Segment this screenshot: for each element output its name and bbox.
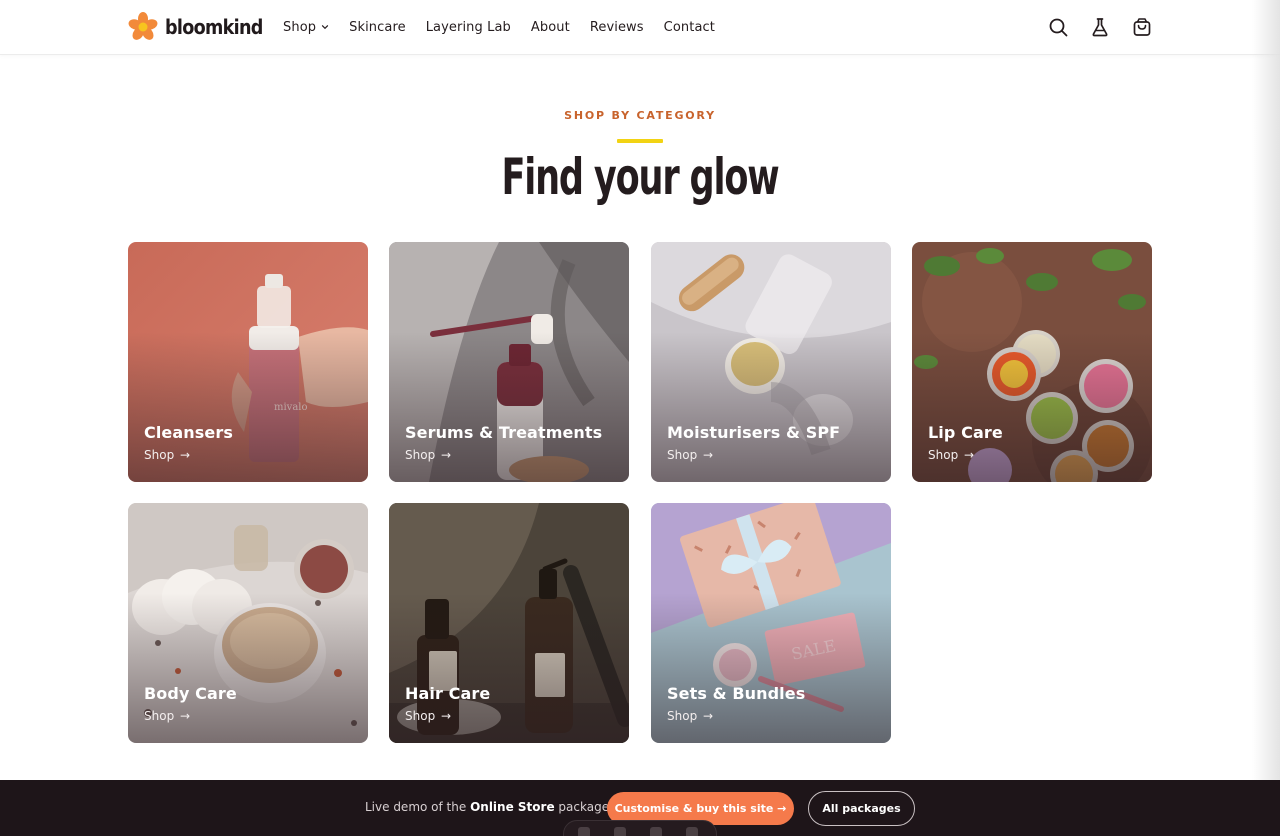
arrow-right-icon: →: [441, 448, 452, 462]
shop-link-label: Shop: [144, 709, 175, 723]
nav-item-about[interactable]: About: [531, 17, 570, 37]
chevron-down-icon: [322, 25, 329, 30]
nav-item-shop[interactable]: Shop: [283, 17, 329, 37]
arrow-right-icon: →: [703, 709, 714, 723]
nav-item-reviews[interactable]: Reviews: [590, 17, 644, 37]
section-title: Find your glow: [501, 148, 779, 206]
flask-icon[interactable]: [1089, 16, 1111, 38]
cart-icon[interactable]: [1131, 16, 1153, 38]
category-title: Sets & Bundles: [667, 684, 806, 703]
category-title: Body Care: [144, 684, 237, 703]
search-icon[interactable]: [1047, 16, 1069, 38]
eyebrow-divider: [617, 139, 663, 143]
brand-logo[interactable]: bloomkind: [128, 12, 276, 42]
nav-item-contact[interactable]: Contact: [664, 17, 715, 37]
brand-name: bloomkind: [165, 15, 263, 39]
demo-toolbar-dock[interactable]: [563, 820, 717, 836]
category-shop-link[interactable]: Shop →: [667, 709, 713, 723]
nav-item-layering-lab[interactable]: Layering Lab: [426, 17, 511, 37]
category-shop-link[interactable]: Shop →: [667, 448, 713, 462]
category-shop-link[interactable]: Shop →: [144, 448, 190, 462]
shop-link-label: Shop: [928, 448, 959, 462]
category-title: Moisturisers & SPF: [667, 423, 841, 442]
category-title: Hair Care: [405, 684, 491, 703]
dock-icon[interactable]: [650, 827, 662, 836]
nav-item-label: Shop: [283, 19, 317, 35]
arrow-right-icon: →: [703, 448, 714, 462]
category-shop-link[interactable]: Shop →: [405, 448, 451, 462]
all-packages-button[interactable]: All packages: [808, 791, 915, 826]
shop-link-label: Shop: [667, 448, 698, 462]
category-card-lip-care[interactable]: Lip Care Shop →: [912, 242, 1152, 482]
category-card-serums[interactable]: Serums & Treatments Shop →: [389, 242, 629, 482]
site-header: bloomkind Shop Skincare Layering Lab Abo…: [0, 0, 1280, 55]
category-card-hair-care[interactable]: Hair Care Shop →: [389, 503, 629, 743]
arrow-right-icon: →: [180, 709, 191, 723]
main-nav: Shop Skincare Layering Lab About Reviews…: [283, 17, 735, 37]
category-title: Cleansers: [144, 423, 233, 442]
dock-icon[interactable]: [614, 827, 626, 836]
category-card-body-care[interactable]: Body Care Shop →: [128, 503, 368, 743]
dock-icon[interactable]: [686, 827, 698, 836]
category-title: Lip Care: [928, 423, 1003, 442]
nav-item-skincare[interactable]: Skincare: [349, 17, 406, 37]
shop-link-label: Shop: [405, 709, 436, 723]
arrow-right-icon: →: [964, 448, 975, 462]
shop-link-label: Shop: [405, 448, 436, 462]
flower-icon: [128, 12, 158, 40]
demo-suffix: package.: [558, 800, 613, 814]
category-card-moisturisers[interactable]: Moisturisers & SPF Shop →: [651, 242, 891, 482]
category-shop-link[interactable]: Shop →: [928, 448, 974, 462]
category-title: Serums & Treatments: [405, 423, 603, 442]
demo-package-name: Online Store: [470, 800, 555, 814]
arrow-right-icon: →: [441, 709, 452, 723]
section-eyebrow: SHOP BY CATEGORY: [564, 109, 716, 122]
header-actions: [1047, 16, 1153, 38]
arrow-right-icon: →: [180, 448, 191, 462]
category-card-cleansers[interactable]: mivalo Cleansers Shop →: [128, 242, 368, 482]
shop-link-label: Shop: [667, 709, 698, 723]
shop-link-label: Shop: [144, 448, 175, 462]
category-shop-link[interactable]: Shop →: [144, 709, 190, 723]
category-card-sets-bundles[interactable]: SALE Sets & Bundles Shop →: [651, 503, 891, 743]
demo-message: Live demo of the Online Store package.: [365, 800, 613, 814]
demo-prefix: Live demo of the: [365, 800, 467, 814]
dock-icon[interactable]: [578, 827, 590, 836]
category-shop-link[interactable]: Shop →: [405, 709, 451, 723]
